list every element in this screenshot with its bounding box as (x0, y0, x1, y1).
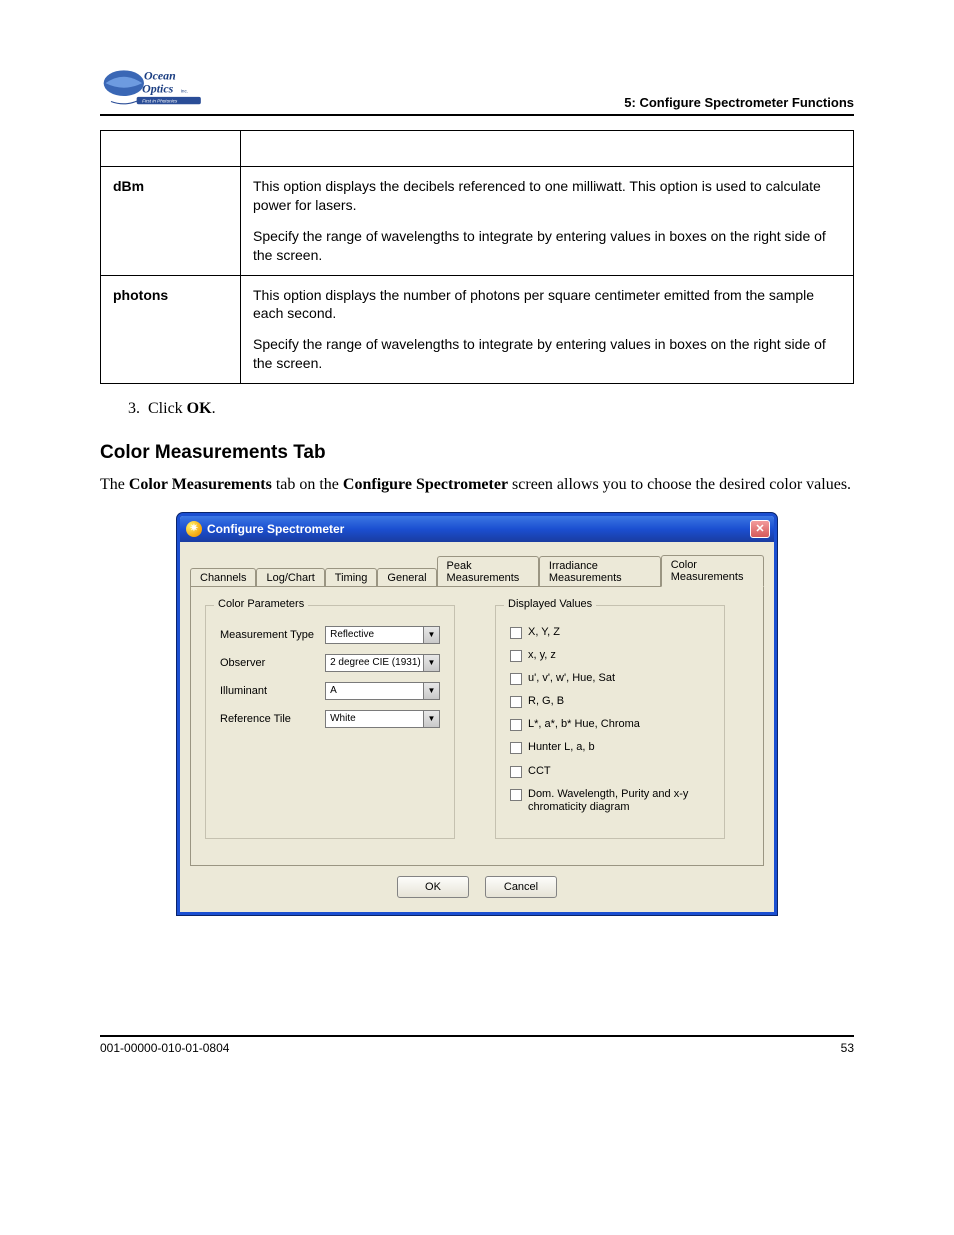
checkbox-xyz-caps[interactable] (510, 627, 522, 639)
dialog-titlebar: ✷ Configure Spectrometer ✕ (180, 516, 774, 542)
configure-spectrometer-dialog: ✷ Configure Spectrometer ✕ Channels Log/… (177, 513, 777, 915)
svg-text:First in Photonics: First in Photonics (142, 98, 178, 103)
group-legend: Color Parameters (214, 598, 308, 610)
svg-text:Ocean: Ocean (144, 69, 176, 83)
tab-general[interactable]: General (377, 568, 436, 587)
dropdown-measurement-type[interactable]: Reflective ▼ (325, 626, 440, 644)
chapter-title: 5: Configure Spectrometer Functions (624, 95, 854, 110)
table-desc-dbm: This option displays the decibels refere… (241, 167, 854, 276)
checkbox-xyz-lower[interactable] (510, 650, 522, 662)
checkbox-cct[interactable] (510, 766, 522, 778)
lightbulb-icon: ✷ (186, 521, 202, 537)
dropdown-illuminant[interactable]: A ▼ (325, 682, 440, 700)
dialog-title: Configure Spectrometer (207, 522, 344, 536)
svg-text:Optics: Optics (142, 81, 173, 95)
chevron-down-icon: ▼ (423, 627, 439, 643)
tab-channels[interactable]: Channels (190, 568, 256, 587)
tab-timing[interactable]: Timing (325, 568, 378, 587)
chevron-down-icon: ▼ (423, 683, 439, 699)
options-table: dBm This option displays the decibels re… (100, 130, 854, 384)
doc-number: 001-00000-010-01-0804 (100, 1041, 229, 1055)
tabs-row: Channels Log/Chart Timing General Peak M… (190, 554, 764, 586)
page-header: Ocean Optics Inc. First in Photonics 5: … (100, 60, 854, 116)
step-3: 3. Click OK. (128, 400, 854, 418)
table-desc-photons: This option displays the number of photo… (241, 275, 854, 384)
group-legend: Displayed Values (504, 598, 596, 610)
table-label-photons: photons (101, 275, 241, 384)
label-illuminant: Illuminant (220, 685, 325, 697)
tab-irradiance[interactable]: Irradiance Measurements (539, 556, 661, 587)
cancel-button[interactable]: Cancel (485, 876, 557, 898)
tab-color[interactable]: Color Measurements (661, 555, 764, 587)
chevron-down-icon: ▼ (423, 655, 439, 671)
intro-paragraph: The Color Measurements tab on the Config… (100, 474, 854, 496)
page-number: 53 (841, 1041, 854, 1055)
close-icon: ✕ (755, 522, 764, 535)
checkbox-label: x, y, z (528, 649, 556, 662)
checkbox-label: L*, a*, b* Hue, Chroma (528, 718, 640, 731)
checkbox-rgb[interactable] (510, 696, 522, 708)
checkbox-lab[interactable] (510, 719, 522, 731)
dropdown-observer[interactable]: 2 degree CIE (1931) ▼ (325, 654, 440, 672)
checkbox-label: Hunter L, a, b (528, 741, 595, 754)
close-button[interactable]: ✕ (750, 520, 770, 538)
checkbox-dom-wavelength[interactable] (510, 789, 522, 801)
checkbox-hunter[interactable] (510, 742, 522, 754)
label-measurement-type: Measurement Type (220, 629, 325, 641)
checkbox-label: CCT (528, 765, 551, 778)
svg-text:Inc.: Inc. (181, 88, 188, 93)
tab-peak[interactable]: Peak Measurements (437, 556, 539, 587)
chevron-down-icon: ▼ (423, 711, 439, 727)
ocean-optics-logo: Ocean Optics Inc. First in Photonics (100, 60, 210, 110)
label-observer: Observer (220, 657, 325, 669)
color-parameters-group: Color Parameters Measurement Type Reflec… (205, 605, 455, 840)
checkbox-label: R, G, B (528, 695, 564, 708)
section-heading: Color Measurements Tab (100, 442, 854, 464)
displayed-values-group: Displayed Values X, Y, Z x, y, z u', v',… (495, 605, 725, 840)
tab-logchart[interactable]: Log/Chart (256, 568, 324, 587)
checkbox-label: u', v', w', Hue, Sat (528, 672, 615, 685)
checkbox-label: X, Y, Z (528, 626, 560, 639)
dropdown-reference-tile[interactable]: White ▼ (325, 710, 440, 728)
checkbox-uvw[interactable] (510, 673, 522, 685)
checkbox-label: Dom. Wavelength, Purity and x-y chromati… (528, 788, 710, 814)
tab-panel: Color Parameters Measurement Type Reflec… (190, 586, 764, 866)
page-footer: 001-00000-010-01-0804 53 (100, 1035, 854, 1055)
table-label-dbm: dBm (101, 167, 241, 276)
label-reference-tile: Reference Tile (220, 713, 325, 725)
ok-button[interactable]: OK (397, 876, 469, 898)
